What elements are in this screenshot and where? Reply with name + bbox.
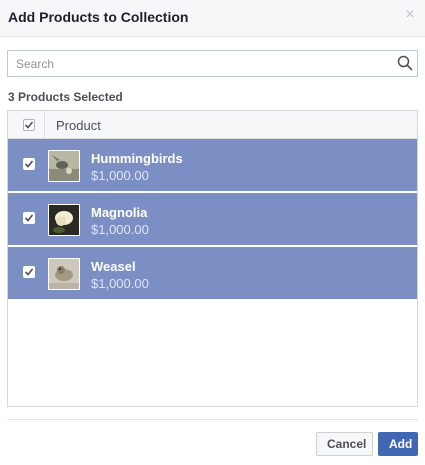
search-box [7, 50, 418, 77]
search-icon[interactable] [397, 55, 413, 71]
products-table: Product Hummingbirds $1,000.00 Magnolia … [7, 110, 418, 407]
checkmark-icon [24, 160, 34, 168]
product-price: $1,000.00 [91, 276, 149, 291]
select-all-checkbox[interactable] [23, 119, 35, 131]
footer-divider [7, 419, 418, 420]
column-divider [44, 111, 45, 138]
product-price: $1,000.00 [91, 168, 149, 183]
product-row-weasel[interactable]: Weasel $1,000.00 [8, 247, 417, 300]
checkmark-icon [24, 214, 34, 222]
checkmark-icon [24, 121, 34, 129]
dialog-header: Add Products to Collection × [0, 0, 425, 37]
product-name: Weasel [91, 259, 136, 274]
magnolia-image [49, 205, 79, 235]
row-checkbox[interactable] [23, 266, 35, 278]
row-checkbox[interactable] [23, 158, 35, 170]
column-header-product: Product [56, 118, 101, 133]
search-input[interactable] [8, 51, 388, 76]
checkmark-icon [24, 268, 34, 276]
product-price: $1,000.00 [91, 222, 149, 237]
table-header: Product [8, 111, 417, 139]
product-row-magnolia[interactable]: Magnolia $1,000.00 [8, 193, 417, 246]
weasel-image [49, 259, 79, 289]
hummingbird-image [49, 151, 79, 181]
product-name: Magnolia [91, 205, 148, 220]
weasel-thumbnail [48, 258, 80, 290]
hummingbird-thumbnail [48, 150, 80, 182]
add-button[interactable]: Add [378, 432, 418, 456]
close-icon[interactable]: × [403, 7, 417, 23]
product-row-hummingbirds[interactable]: Hummingbirds $1,000.00 [8, 139, 417, 192]
cancel-button[interactable]: Cancel [316, 432, 373, 456]
selected-count: 3 Products Selected [8, 90, 123, 104]
row-checkbox[interactable] [23, 212, 35, 224]
magnolia-thumbnail [48, 204, 80, 236]
add-products-dialog: Add Products to Collection × 3 Products … [0, 0, 425, 465]
product-name: Hummingbirds [91, 151, 183, 166]
dialog-title: Add Products to Collection [8, 9, 189, 25]
